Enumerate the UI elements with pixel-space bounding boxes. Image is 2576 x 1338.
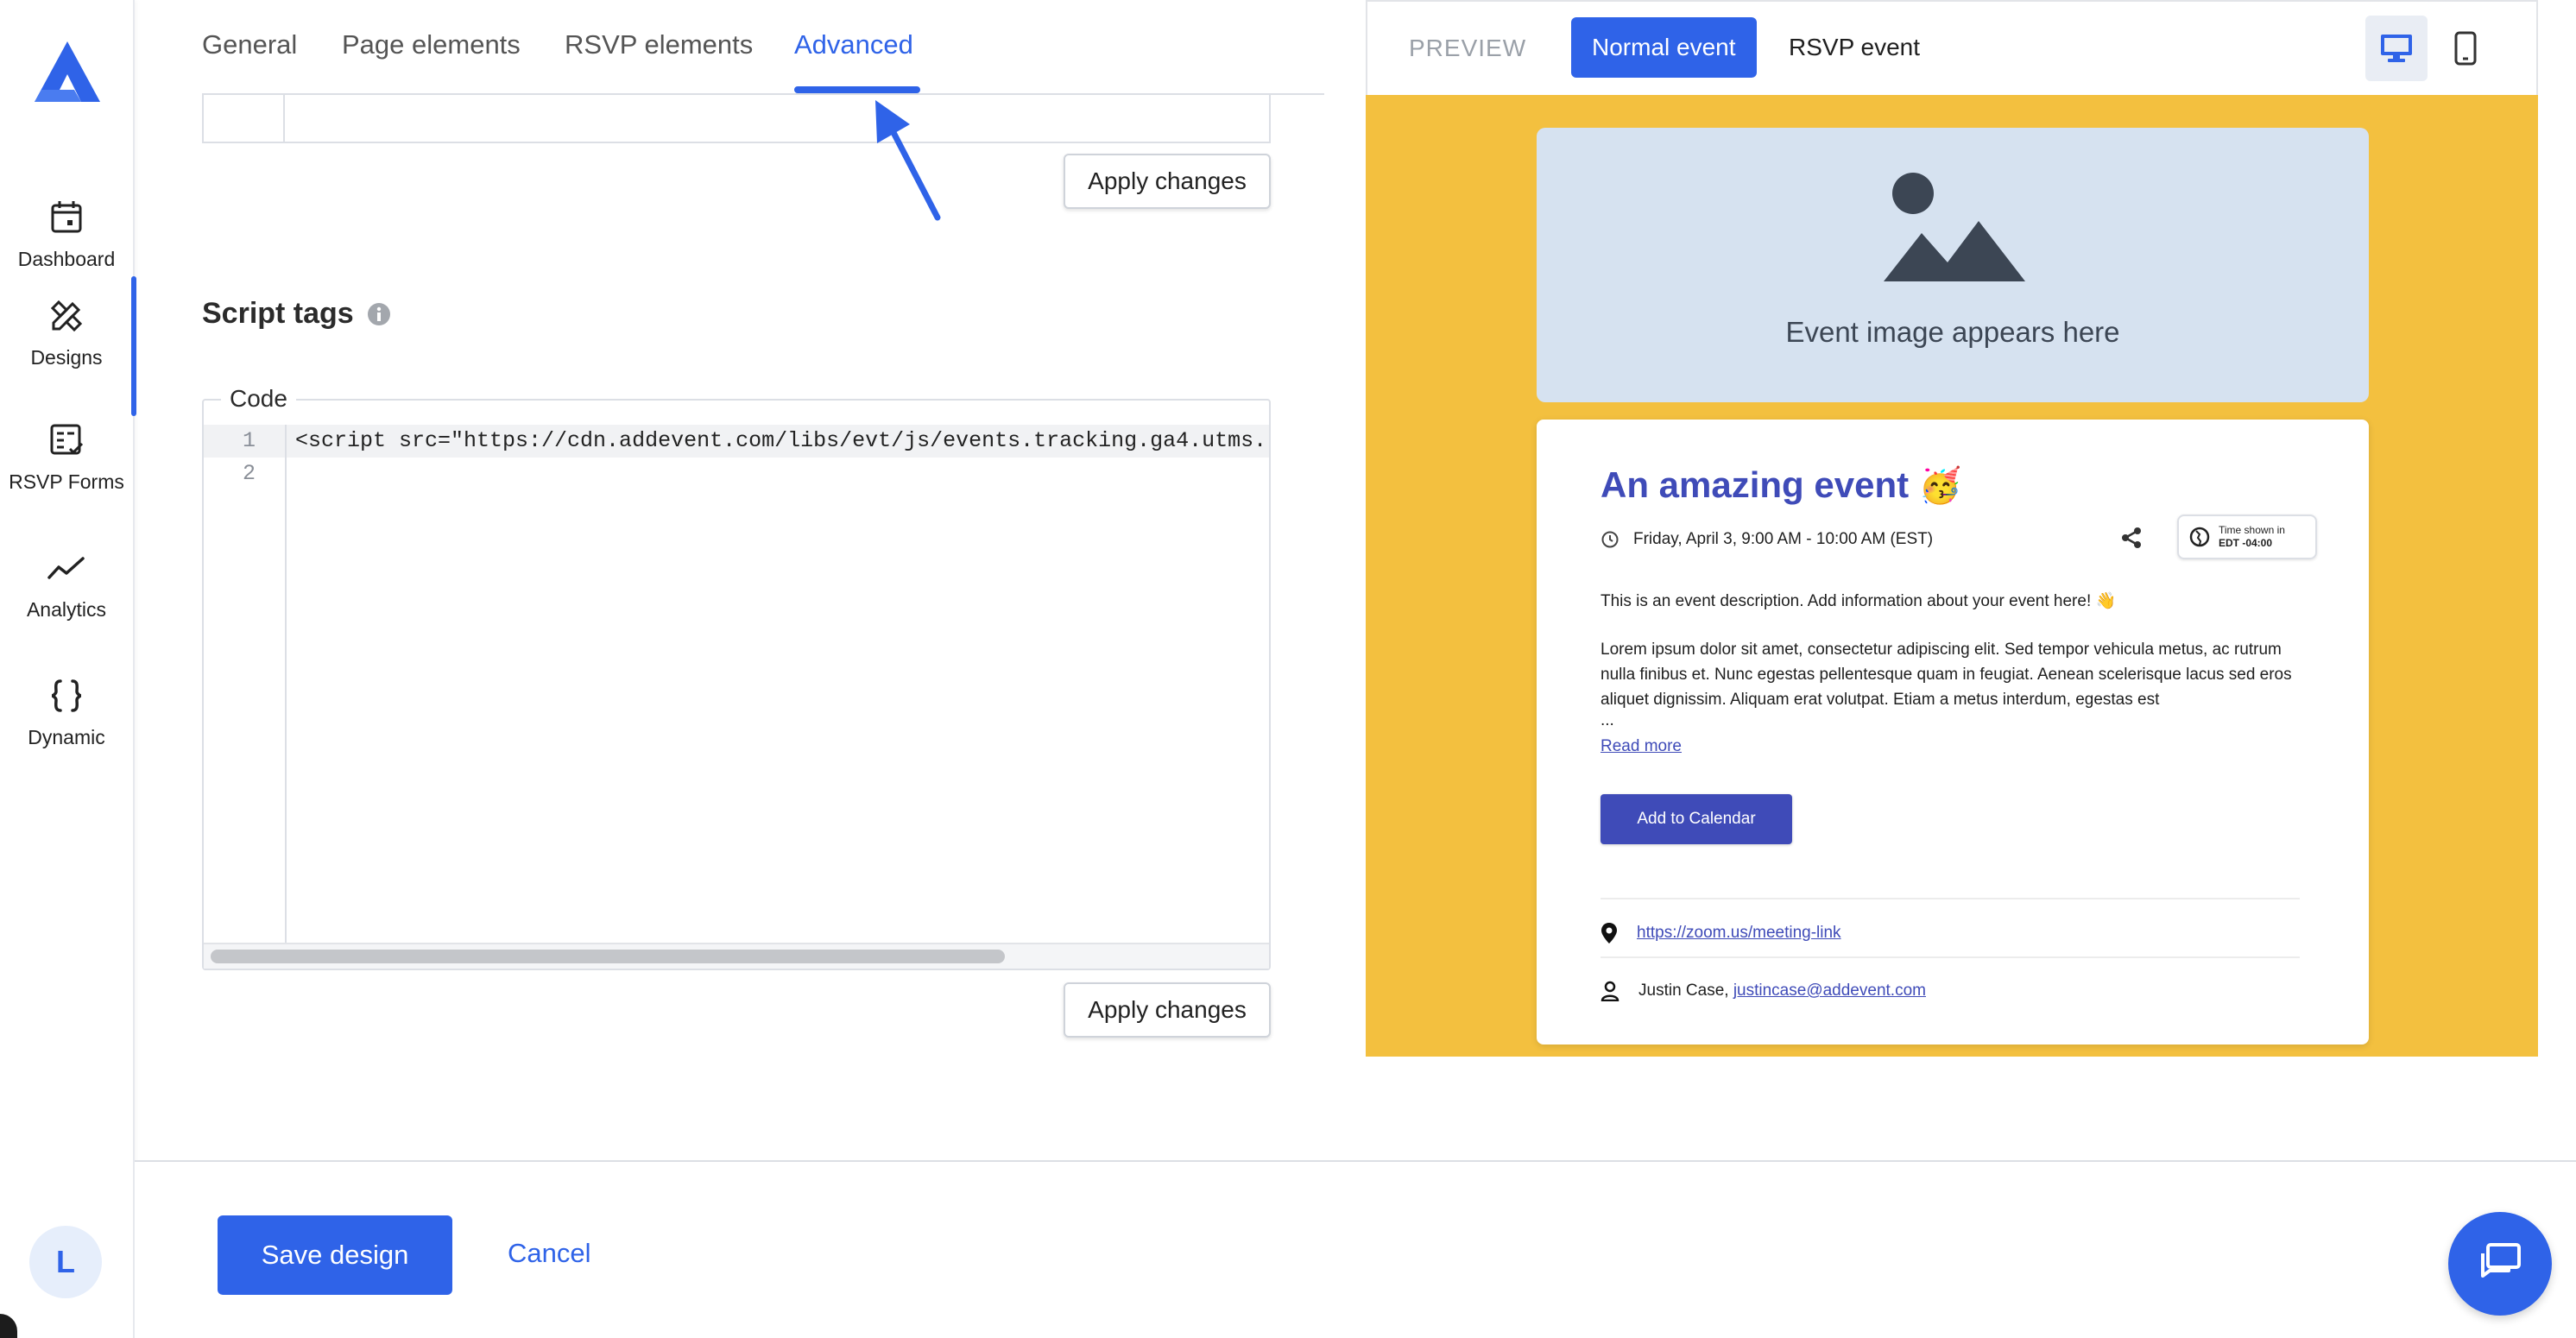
form-check-icon [50, 424, 84, 454]
normal-event-button[interactable]: Normal event [1571, 17, 1757, 78]
sidebar-item-rsvp-forms[interactable]: RSVP Forms [0, 401, 133, 513]
rsvp-event-button[interactable]: RSVP event [1768, 17, 1941, 78]
sidebar-item-label: Dynamic [28, 725, 105, 748]
sidebar-item-analytics[interactable]: Analytics [0, 528, 133, 641]
tab-advanced[interactable]: Advanced [794, 29, 913, 60]
description-intro: This is an event description. Add inform… [1601, 592, 2117, 610]
divider [1601, 898, 2300, 899]
save-design-button[interactable]: Save design [218, 1215, 452, 1295]
event-date-row: Friday, April 3, 9:00 AM - 10:00 AM (EST… [1601, 530, 1933, 549]
script-tags-heading: Script tags [202, 297, 392, 331]
mobile-preview-button[interactable] [2434, 16, 2497, 81]
image-icon [1884, 173, 2025, 281]
calendar-icon [51, 200, 82, 232]
script-tags-title: Script tags [202, 297, 354, 330]
event-title: An amazing event 🥳 [1601, 464, 1962, 506]
divider [1601, 956, 2300, 958]
read-more-link[interactable]: Read more [1601, 737, 1682, 756]
code-gutter [204, 95, 285, 142]
sidebar-item-label: RSVP Forms [9, 470, 124, 493]
event-card: An amazing event 🥳 Friday, April 3, 9:00… [1537, 420, 2369, 1045]
person-icon [1601, 981, 1619, 1001]
info-icon[interactable] [366, 301, 392, 327]
annotation-arrow-icon [875, 100, 941, 221]
desktop-preview-button[interactable] [2365, 16, 2428, 81]
sidebar-item-designs[interactable]: Designs [0, 276, 136, 416]
preview-header: PREVIEW Normal event RSVP event [1366, 0, 2538, 95]
css-code-editor-bottom[interactable] [202, 95, 1271, 143]
location-pin-icon [1601, 923, 1617, 944]
code-line-1[interactable]: <script src="https://cdn.addevent.com/li… [295, 428, 1267, 453]
preview-panel: PREVIEW Normal event RSVP event Event im [1366, 0, 2538, 1057]
curly-braces-icon [51, 678, 82, 712]
line-number: 2 [242, 461, 256, 486]
clock-icon [1601, 531, 1619, 548]
cancel-button[interactable]: Cancel [508, 1238, 591, 1269]
chat-support-button[interactable] [2448, 1212, 2552, 1316]
desktop-icon [2381, 35, 2412, 62]
location-row: https://zoom.us/meeting-link [1601, 922, 1841, 944]
apply-changes-button-bottom[interactable]: Apply changes [1064, 982, 1271, 1038]
organizer-email-link[interactable]: justincase@addevent.com [1733, 981, 1926, 1000]
script-code-editor[interactable]: Code 1 2 <script src="https://cdn.addeve… [202, 385, 1271, 970]
scrollbar-thumb[interactable] [211, 950, 1005, 963]
sidebar-item-dashboard[interactable]: Dashboard [0, 178, 133, 290]
sidebar-item-dynamic[interactable]: Dynamic [0, 656, 133, 768]
avatar[interactable]: L [29, 1226, 102, 1298]
mobile-icon [2454, 31, 2477, 66]
code-gutter [204, 425, 287, 943]
active-tab-indicator [794, 86, 920, 93]
event-image-placeholder: Event image appears here [1537, 128, 2369, 402]
description-ellipsis: ... [1601, 711, 1614, 729]
description-body: Lorem ipsum dolor sit amet, consectetur … [1601, 641, 2292, 709]
sidebar-item-label: Dashboard [17, 247, 116, 270]
tab-page-elements[interactable]: Page elements [342, 29, 521, 60]
editor-tabs: General Page elements RSVP elements Adva… [202, 0, 1324, 95]
chat-icon [2481, 1243, 2521, 1278]
timezone-selector[interactable]: Time shown in EDT -04:00 [2177, 514, 2317, 559]
event-title-text: An amazing event [1601, 464, 1910, 505]
globe-icon [2189, 527, 2210, 547]
footer-bar: Save design Cancel [135, 1160, 2576, 1338]
sidebar: Dashboard Designs RSVP Forms Analytics D… [0, 0, 136, 1338]
add-to-calendar-button[interactable]: Add to Calendar [1601, 794, 1792, 844]
code-legend: Code [221, 385, 296, 413]
trend-line-icon [47, 556, 85, 579]
sidebar-item-label: Analytics [26, 597, 107, 621]
preview-canvas: Event image appears here An amazing even… [1366, 95, 2538, 1057]
design-tools-icon [50, 300, 83, 331]
tab-rsvp-elements[interactable]: RSVP elements [565, 29, 753, 60]
event-description: This is an event description. Add inform… [1601, 589, 2300, 735]
event-date: Friday, April 3, 9:00 AM - 10:00 AM (EST… [1633, 530, 1934, 548]
organizer-name: Justin Case, [1638, 981, 1729, 1000]
tab-general[interactable]: General [202, 29, 297, 60]
line-number: 1 [242, 428, 256, 453]
image-placeholder-text: Event image appears here [1785, 316, 2120, 348]
location-link[interactable]: https://zoom.us/meeting-link [1637, 924, 1841, 943]
timezone-label: Time shown in [2219, 524, 2285, 536]
preview-label: PREVIEW [1409, 35, 1527, 61]
horizontal-scrollbar[interactable] [204, 943, 1269, 969]
sidebar-item-label: Designs [30, 345, 103, 369]
organizer-row: Justin Case, justincase@addevent.com [1601, 981, 1926, 1001]
addevent-logo-icon[interactable] [35, 41, 100, 102]
timezone-value: EDT -04:00 [2219, 537, 2273, 549]
apply-changes-button-top[interactable]: Apply changes [1064, 154, 1271, 209]
party-emoji: 🥳 [1918, 467, 1962, 505]
share-icon[interactable] [2118, 525, 2144, 551]
